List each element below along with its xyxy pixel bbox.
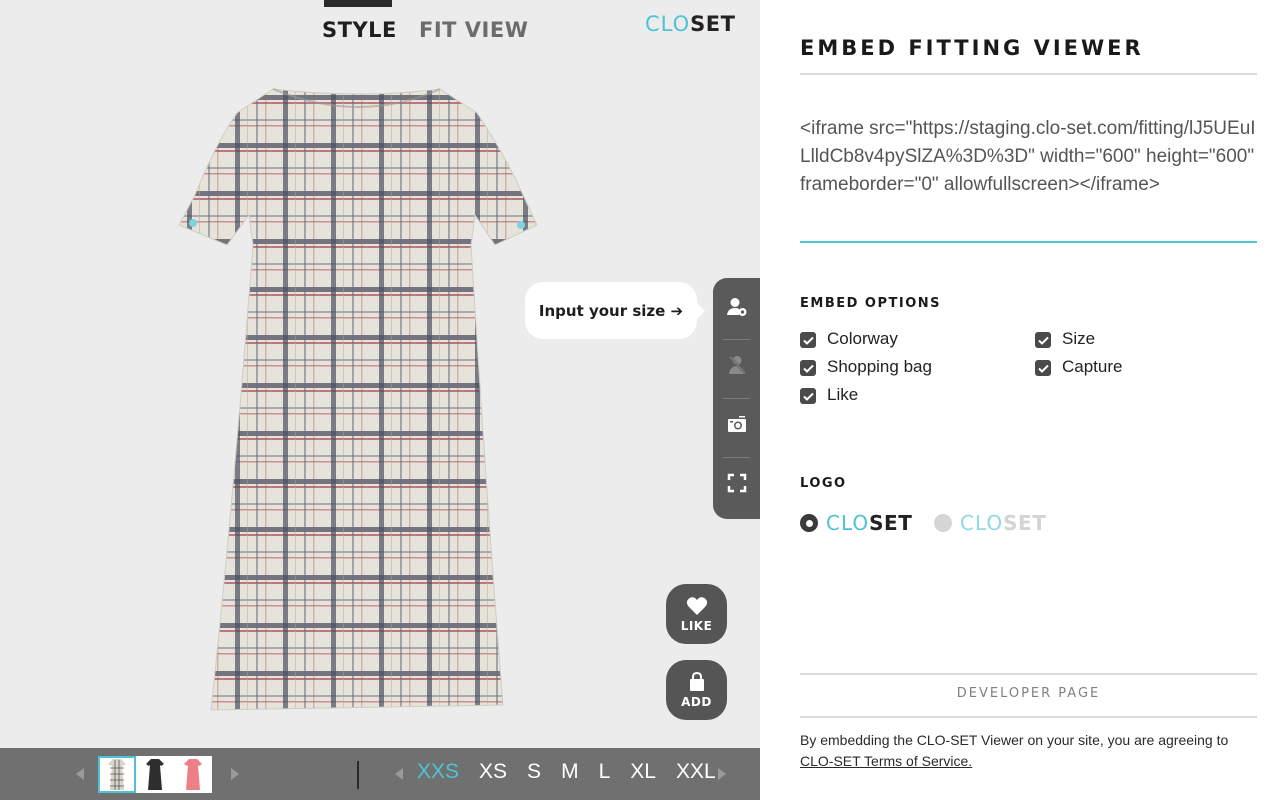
option-label: Like bbox=[827, 385, 859, 404]
size-option-xl[interactable]: XL bbox=[630, 760, 656, 784]
avatar-hidden-icon bbox=[728, 356, 746, 374]
like-button[interactable]: LIKE bbox=[666, 584, 727, 644]
toolbar-divider bbox=[723, 457, 750, 458]
colorway-thumb-plaid[interactable] bbox=[98, 756, 136, 793]
terms-notice: By embedding the CLO-SET Viewer on your … bbox=[800, 730, 1257, 772]
colorway-next-arrow[interactable] bbox=[231, 768, 239, 780]
garment-3d-view[interactable] bbox=[175, 85, 540, 715]
tab-fit-view[interactable]: FIT VIEW bbox=[419, 18, 528, 42]
active-tab-indicator bbox=[324, 0, 392, 7]
checkmark-icon bbox=[802, 336, 814, 345]
logo-set: SET bbox=[869, 511, 913, 535]
checkbox-like[interactable] bbox=[800, 388, 816, 404]
shopping-bag-icon bbox=[689, 671, 704, 691]
option-label: Size bbox=[1062, 329, 1096, 348]
logo-option-dark[interactable]: CLOSET bbox=[800, 511, 912, 535]
checkbox-capture[interactable] bbox=[1035, 360, 1051, 376]
embed-code-underline bbox=[800, 241, 1257, 243]
panel-title: EMBED FITTING VIEWER bbox=[800, 36, 1144, 60]
size-prev-arrow[interactable] bbox=[395, 768, 403, 780]
logo-preview-dark: CLOSET bbox=[826, 511, 912, 535]
option-size[interactable]: Size bbox=[1035, 329, 1095, 349]
toolbar-divider bbox=[723, 339, 750, 340]
add-label: ADD bbox=[681, 694, 712, 709]
checkmark-icon bbox=[802, 364, 814, 373]
size-option-xxs[interactable]: XXS bbox=[417, 760, 459, 784]
checkmark-icon bbox=[802, 392, 814, 401]
embed-code-field[interactable]: <iframe src="https://staging.clo-set.com… bbox=[800, 115, 1257, 199]
developer-page-link[interactable]: DEVELOPER PAGE bbox=[800, 686, 1257, 701]
option-shopping-bag[interactable]: Shopping bag bbox=[800, 357, 932, 377]
input-size-label: Input your size ➔ bbox=[538, 301, 684, 320]
size-option-m[interactable]: M bbox=[561, 760, 579, 784]
radio-logo-light[interactable] bbox=[934, 514, 952, 532]
logo-clo: CLO bbox=[960, 511, 1004, 535]
fullscreen-icon bbox=[727, 473, 746, 493]
size-option-xxl[interactable]: XXL bbox=[676, 760, 716, 784]
option-capture[interactable]: Capture bbox=[1035, 357, 1122, 377]
embed-panel: EMBED FITTING VIEWER <iframe src="https:… bbox=[760, 0, 1280, 800]
logo-preview-light: CLOSET bbox=[960, 511, 1046, 535]
avatar-settings-icon bbox=[726, 298, 746, 316]
viewer-toolbar bbox=[713, 278, 760, 519]
logo-clo: CLO bbox=[645, 12, 691, 36]
size-option-s[interactable]: S bbox=[527, 760, 541, 784]
logo-set: SET bbox=[1003, 511, 1047, 535]
dress-thumbnail-black bbox=[146, 759, 164, 790]
heart-icon bbox=[686, 596, 707, 615]
bottom-bar: XXS XS S M L XL XXL bbox=[0, 748, 760, 800]
logo-heading: LOGO bbox=[800, 476, 847, 491]
option-colorway[interactable]: Colorway bbox=[800, 329, 898, 349]
logo-set: SET bbox=[690, 12, 736, 36]
closet-logo: CLOSET bbox=[645, 12, 735, 36]
checkbox-shopping-bag[interactable] bbox=[800, 360, 816, 376]
colorway-thumbnails bbox=[98, 756, 212, 793]
camera-icon bbox=[727, 416, 746, 432]
colorway-thumb-black[interactable] bbox=[136, 756, 174, 793]
terms-of-service-link[interactable]: CLO-SET Terms of Service. bbox=[800, 753, 972, 769]
colorway-thumb-pink[interactable] bbox=[174, 756, 212, 793]
radio-logo-dark[interactable] bbox=[800, 514, 818, 532]
embed-options-heading: EMBED OPTIONS bbox=[800, 296, 942, 311]
add-to-bag-button[interactable]: ADD bbox=[666, 660, 727, 720]
fitting-viewer: STYLE FIT VIEW CLOSET Input your size ➔ … bbox=[0, 0, 760, 800]
checkmark-icon bbox=[1037, 336, 1049, 345]
hide-avatar-button[interactable] bbox=[713, 341, 760, 389]
developer-top-divider bbox=[800, 673, 1257, 675]
dress-thumbnail-pink bbox=[184, 759, 202, 790]
logo-option-light[interactable]: CLOSET bbox=[934, 511, 1046, 535]
capture-button[interactable] bbox=[713, 400, 760, 448]
toolbar-divider bbox=[723, 398, 750, 399]
checkbox-size[interactable] bbox=[1035, 332, 1051, 348]
logo-clo: CLO bbox=[826, 511, 870, 535]
input-size-prompt[interactable]: Input your size ➔ bbox=[525, 282, 705, 339]
option-label: Capture bbox=[1062, 357, 1123, 376]
bar-divider bbox=[357, 761, 359, 789]
terms-text: By embedding the CLO-SET Viewer on your … bbox=[800, 732, 1229, 748]
checkbox-colorway[interactable] bbox=[800, 332, 816, 348]
option-label: Shopping bag bbox=[827, 357, 932, 376]
dress-image bbox=[178, 88, 538, 711]
size-selector: XXS XS S M L XL XXL bbox=[417, 760, 736, 784]
avatar-settings-button[interactable] bbox=[713, 283, 760, 331]
developer-bottom-divider bbox=[800, 716, 1257, 718]
tab-style[interactable]: STYLE bbox=[322, 18, 397, 42]
colorway-prev-arrow[interactable] bbox=[76, 768, 84, 780]
size-option-l[interactable]: L bbox=[599, 760, 611, 784]
title-divider bbox=[800, 73, 1257, 75]
dress-thumbnail-plaid bbox=[108, 759, 126, 790]
option-label: Colorway bbox=[827, 329, 898, 348]
option-like[interactable]: Like bbox=[800, 385, 858, 405]
size-next-arrow[interactable] bbox=[718, 768, 726, 780]
fullscreen-button[interactable] bbox=[713, 459, 760, 507]
size-option-xs[interactable]: XS bbox=[479, 760, 507, 784]
checkmark-icon bbox=[1037, 364, 1049, 373]
like-label: LIKE bbox=[680, 618, 713, 633]
page: STYLE FIT VIEW CLOSET Input your size ➔ … bbox=[0, 0, 1280, 800]
